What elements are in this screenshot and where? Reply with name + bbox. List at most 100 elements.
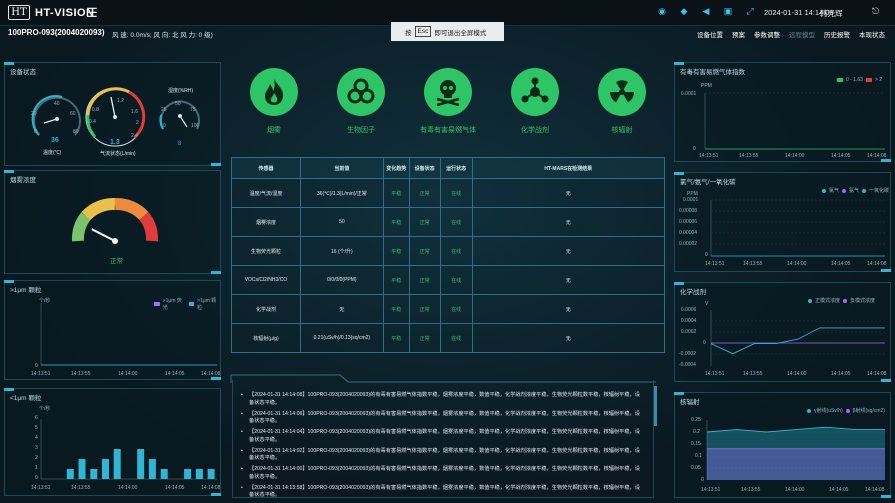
legend-swatch bbox=[822, 188, 826, 193]
hazard-label: 生物因子 bbox=[347, 127, 375, 134]
col-header: 变化趋势 bbox=[382, 157, 410, 179]
y-tick: 0.25 bbox=[691, 417, 701, 423]
radiation-icon bbox=[598, 68, 646, 116]
bar bbox=[66, 469, 74, 479]
hazard-bio[interactable]: 生物因子 bbox=[331, 68, 391, 135]
x-tick: 14:14:05 bbox=[829, 487, 849, 493]
log-item: 【2024-01-31 14:14:00】100PRO-093(20040200… bbox=[233, 466, 653, 481]
top-nav: 设备位置 预案 参数调整 远程模型 历史报警 本现状态 bbox=[697, 29, 885, 39]
x-tick: 14:13:51 bbox=[705, 371, 725, 377]
user-name[interactable]: 韩光辉 bbox=[820, 8, 843, 19]
smoke-gauge bbox=[71, 197, 159, 244]
y-tick: 0 bbox=[705, 252, 708, 258]
y-tick: 2 bbox=[35, 455, 38, 461]
bell-icon[interactable]: ◆ bbox=[679, 6, 689, 17]
x-tick: 14:13:51 bbox=[705, 261, 725, 267]
x-tick: 14:14:00 bbox=[785, 153, 805, 159]
gt1um-panel: >1μm 颗粒 个/秒 >1μm 荧光 >1μm 颗粒 0 14:13:51 1… bbox=[4, 280, 221, 380]
legend: 0 - 1.63 > 2 bbox=[837, 77, 882, 83]
y-tick: 0.00006 bbox=[679, 219, 698, 225]
y-tick: 0.00002 bbox=[679, 241, 698, 247]
legend: 正模式浓度 负模式浓度 bbox=[808, 297, 875, 304]
cell-sensor: 生物荧光颗粒 bbox=[231, 236, 301, 266]
y-tick: 0.0002 bbox=[681, 329, 697, 335]
volume-icon[interactable]: ◀ bbox=[701, 6, 711, 17]
nav-plan[interactable]: 预案 bbox=[732, 29, 745, 39]
legend-label: β射线(sq/cm2) bbox=[852, 408, 885, 414]
exit-icon[interactable]: ⎋ bbox=[872, 6, 879, 17]
y-tick: 0.0001 bbox=[683, 197, 699, 203]
hazard-radiation[interactable]: 核辐射 bbox=[592, 68, 652, 135]
y-tick: 0 bbox=[693, 146, 696, 152]
y-tick: 0.0001 bbox=[681, 91, 697, 97]
legend-label: 负模式浓度 bbox=[850, 298, 876, 304]
nav-device-location[interactable]: 设备位置 bbox=[697, 29, 723, 39]
y-tick: 0.00008 bbox=[679, 208, 698, 214]
legend-swatch bbox=[843, 298, 848, 303]
x-tick: 14:14:08 bbox=[867, 153, 887, 159]
nav-history-alarm[interactable]: 历史报警 bbox=[824, 29, 850, 39]
cell-run-status: 在线 bbox=[439, 323, 473, 353]
nav-model[interactable]: 远程模型 bbox=[789, 29, 815, 39]
toxic-gas-panel: 有毒有害易燃气体指数 0 - 1.63 > 2 PPM 0.0001 0 14:… bbox=[674, 62, 891, 162]
hazard-smoke[interactable]: 烟雾 bbox=[244, 68, 304, 135]
flow-tick: 0.4 bbox=[89, 119, 96, 125]
nav-params[interactable]: 参数调整 bbox=[754, 29, 780, 39]
hazard-toxic[interactable]: 有毒有害易燃气体 bbox=[418, 68, 478, 135]
x-tick: 14:14:08 bbox=[201, 485, 221, 491]
y-tick: 0.0006 bbox=[681, 307, 697, 313]
cell-trend: 平稳 bbox=[382, 178, 410, 208]
screenshot-icon[interactable]: ▣ bbox=[723, 6, 733, 17]
gas-chart bbox=[710, 199, 885, 257]
hazard-label: 烟雾 bbox=[267, 127, 281, 134]
bar bbox=[137, 449, 145, 479]
legend-swatch bbox=[842, 188, 847, 193]
globe-icon[interactable]: ◉ bbox=[657, 6, 667, 17]
logo: HT HT-VISION bbox=[8, 5, 95, 20]
table-row: 烟雾浓度 50 平稳 正常 在线无 bbox=[231, 207, 666, 237]
humidity-tick: 25 bbox=[161, 107, 167, 113]
humidity-gauge bbox=[159, 100, 200, 130]
flow-label: 气流状态(L/min) bbox=[100, 151, 136, 157]
temp-tick: 0 bbox=[34, 129, 37, 135]
legend: γ射线(uSv/h) β射线(sq/cm2) bbox=[807, 407, 885, 414]
cell-device-status: 正常 bbox=[408, 236, 441, 266]
legend-label: 0 - 1.63 bbox=[846, 77, 863, 83]
col-header: 运行状态 bbox=[439, 157, 473, 179]
flow-tick: 1.2 bbox=[117, 98, 124, 104]
fs-msg-before: 按 bbox=[405, 29, 412, 37]
event-log[interactable]: 【2024-01-31 14:14:08】100PRO-093(20040200… bbox=[232, 380, 654, 498]
panel-title: 化学战剂 bbox=[680, 289, 706, 296]
log-spacer bbox=[233, 380, 653, 392]
temp-tick: 80 bbox=[73, 129, 79, 135]
toxic-gas-chart bbox=[704, 92, 885, 150]
esc-key: Esc bbox=[414, 26, 432, 37]
hamburger-menu-icon[interactable]: ☰ bbox=[86, 5, 98, 21]
humidity-label: 湿度(%RH) bbox=[168, 88, 193, 94]
temp-tick: 20 bbox=[31, 111, 37, 117]
y-tick: 0 bbox=[35, 363, 38, 369]
hazard-chemical[interactable]: 化学战剂 bbox=[505, 68, 565, 135]
fullscreen-icon[interactable]: ⤢ bbox=[745, 6, 755, 17]
panel-title: 烟雾浓度 bbox=[10, 177, 36, 184]
y-tick: -0.0004 bbox=[679, 362, 696, 368]
x-tick: 14:14:08 bbox=[867, 371, 887, 377]
x-tick: 14:14:05 bbox=[831, 261, 851, 267]
legend-swatch bbox=[845, 408, 850, 413]
gt1um-chart bbox=[40, 303, 217, 366]
y-unit: V bbox=[705, 301, 709, 307]
nav-status[interactable]: 本现状态 bbox=[859, 29, 885, 39]
smoke-status: 正常 bbox=[110, 258, 123, 265]
y-tick: 4 bbox=[35, 435, 38, 441]
cell-value: 0/0/0/0(PPM) bbox=[299, 265, 384, 295]
cell-device-status: 正常 bbox=[408, 323, 441, 353]
legend-label: 氨气 bbox=[849, 188, 860, 194]
y-tick: 3 bbox=[35, 445, 38, 451]
skull-icon bbox=[424, 68, 472, 116]
cell-trend: 平稳 bbox=[382, 323, 410, 353]
log-scrollbar[interactable] bbox=[654, 386, 657, 426]
humidity-tick: 50 bbox=[175, 101, 181, 107]
fs-msg-after: 即可退出全屏模式 bbox=[434, 29, 487, 37]
legend-label: 一氧化碳 bbox=[869, 188, 890, 194]
cell-run-status: 在线 bbox=[439, 236, 473, 266]
